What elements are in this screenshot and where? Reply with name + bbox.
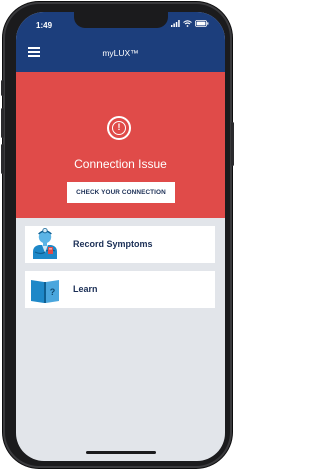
home-indicator[interactable]	[86, 451, 156, 454]
doctor-icon	[33, 228, 57, 259]
svg-text:?: ?	[50, 287, 56, 297]
phone-volume-up	[1, 108, 4, 138]
learn-card[interactable]: ? Learn	[25, 271, 215, 308]
battery-icon	[195, 20, 209, 27]
check-connection-button[interactable]: CHECK YOUR CONNECTION	[67, 182, 175, 203]
record-symptoms-card[interactable]: Record Symptoms	[25, 226, 215, 263]
alert-title: Connection Issue	[74, 157, 167, 171]
wifi-icon	[183, 20, 192, 27]
status-icons	[171, 20, 209, 27]
connection-alert-panel: ! Connection Issue CHECK YOUR CONNECTION	[16, 72, 225, 218]
status-bar: 1:49	[16, 12, 225, 34]
app-screen: 1:49 myLUX™ ! Connection Issue CHECK YOU…	[16, 12, 225, 461]
alert-exclamation-icon: !	[107, 116, 131, 140]
learn-label: Learn	[73, 284, 98, 294]
signal-icon	[171, 20, 180, 27]
book-question-icon: ?	[31, 280, 59, 303]
phone-mute-switch	[1, 80, 4, 96]
app-title: myLUX™	[102, 48, 139, 58]
record-symptoms-label: Record Symptoms	[73, 239, 153, 249]
phone-frame: 1:49 myLUX™ ! Connection Issue CHECK YOU…	[1, 2, 234, 468]
notch	[74, 12, 168, 28]
phone-volume-down	[1, 144, 4, 174]
app-bar: myLUX™	[16, 34, 225, 72]
phone-power-button	[231, 122, 234, 166]
status-time: 1:49	[36, 21, 53, 30]
